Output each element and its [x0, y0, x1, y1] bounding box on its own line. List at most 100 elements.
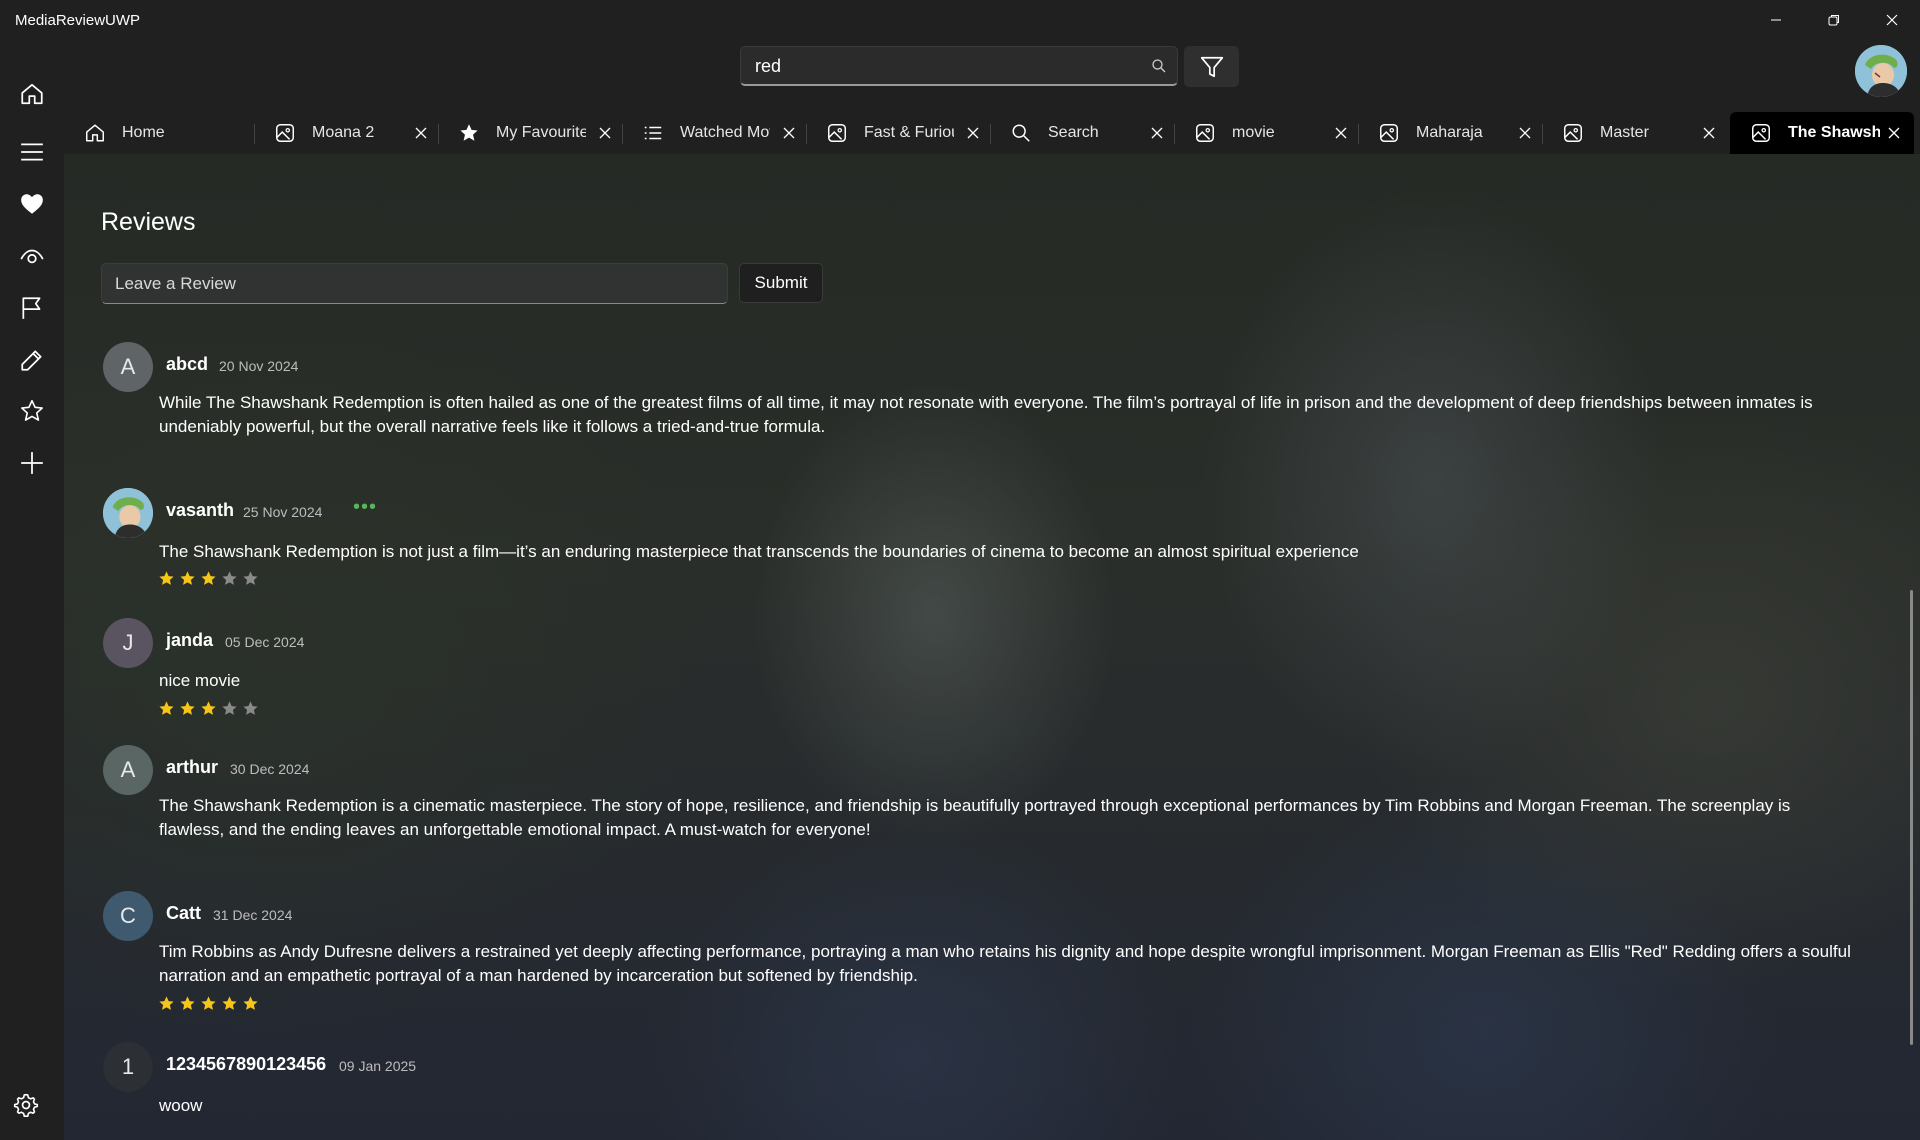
review-item: vasanth 25 Nov 2024 ••• The Shawshank Re… [103, 488, 1883, 598]
restore-icon [1828, 15, 1839, 26]
nav-home[interactable] [0, 70, 64, 118]
nav-reviews[interactable] [0, 336, 64, 384]
tab-label: Search [1048, 124, 1099, 141]
tab-label: Fast & Furious [864, 124, 954, 141]
review-date: 30 Dec 2024 [230, 761, 310, 777]
star-empty-icon [243, 571, 258, 585]
tab-my-favourites[interactable]: My Favourites [438, 112, 622, 154]
search-icon[interactable] [1151, 58, 1167, 74]
review-item: C Catt 31 Dec 2024 Tim Robbins as Andy D… [103, 891, 1883, 1021]
avatar: J [103, 618, 153, 668]
nav-add[interactable] [0, 439, 64, 487]
avatar: A [103, 342, 153, 392]
review-text: The Shawshank Redemption is not just a f… [159, 542, 1359, 561]
nav-watched[interactable] [0, 233, 64, 281]
tab-home[interactable]: Home [64, 112, 248, 154]
flag-icon [22, 297, 41, 319]
star-empty-icon [222, 701, 237, 715]
close-tab-icon[interactable] [414, 126, 428, 140]
review-input[interactable] [115, 273, 705, 295]
star-rating [158, 995, 259, 1013]
close-tab-icon[interactable] [1334, 126, 1348, 140]
review-input-box[interactable] [101, 263, 728, 304]
tab-label: Watched Movies [680, 124, 770, 141]
search-input[interactable] [755, 55, 1135, 77]
close-tab-icon[interactable] [782, 126, 796, 140]
close-tab-icon[interactable] [1150, 126, 1164, 140]
star-filled-icon [180, 701, 195, 715]
review-text: Tim Robbins as Andy Dufresne delivers a … [159, 942, 1851, 985]
minimize-button[interactable] [1748, 0, 1804, 40]
close-tab-icon[interactable] [966, 126, 980, 140]
nav-rail [0, 40, 64, 1140]
movie-details-content: Reviews Submit A abcd 20 Nov 2024 While … [64, 154, 1920, 1140]
app-title: MediaReviewUWP [15, 12, 141, 29]
tab-label: Moana 2 [312, 124, 375, 141]
heart-icon [21, 194, 43, 214]
nav-ratings[interactable] [0, 387, 64, 435]
vertical-scrollbar[interactable] [1910, 590, 1913, 1045]
tab-label: The Shawshank Redemption [1788, 124, 1880, 141]
review-text: While The Shawshank Redemption is often … [159, 393, 1813, 436]
avatar: A [103, 745, 153, 795]
tab-the-shawshank-redemption[interactable]: The Shawshank Redemption [1730, 112, 1914, 154]
tab-movie[interactable]: movie [1174, 112, 1358, 154]
star-filled-icon [201, 571, 216, 585]
menu-icon [21, 143, 43, 161]
profile-picture [1855, 45, 1907, 97]
tab-label: My Favourites [496, 124, 586, 141]
review-date: 05 Dec 2024 [225, 634, 305, 650]
review-date: 31 Dec 2024 [213, 907, 293, 923]
profile-picture [103, 488, 153, 538]
tab-moana-2[interactable]: Moana 2 [254, 112, 438, 154]
star-filled-icon [180, 996, 195, 1010]
tab-maharaja[interactable]: Maharaja [1358, 112, 1542, 154]
nav-reports[interactable] [0, 284, 64, 332]
nav-favourites[interactable] [0, 180, 64, 228]
submit-review-button[interactable]: Submit [739, 263, 823, 303]
review-text: nice movie [159, 671, 241, 690]
pencil-icon [21, 350, 42, 371]
close-tab-icon[interactable] [598, 126, 612, 140]
review-item: 1 1234567890123456 09 Jan 2025 woow [103, 1042, 1883, 1132]
reviews-heading: Reviews [101, 208, 196, 236]
user-avatar[interactable] [1855, 45, 1907, 97]
tab-fast-and-furious[interactable]: Fast & Furious [806, 112, 990, 154]
tab-label: Home [122, 124, 165, 141]
tab-label: movie [1232, 124, 1275, 141]
close-tab-icon[interactable] [1887, 126, 1901, 140]
filter-button[interactable] [1184, 46, 1239, 87]
tab-master[interactable]: Master [1542, 112, 1726, 154]
review-text: woow [159, 1096, 203, 1115]
close-window-button[interactable] [1864, 0, 1920, 40]
search-box[interactable] [740, 46, 1178, 86]
list-icon [644, 126, 662, 140]
nav-settings[interactable] [0, 1081, 58, 1129]
avatar: 1 [103, 1042, 153, 1092]
review-item: J janda 05 Dec 2024 nice movie [103, 618, 1883, 718]
star-rating [158, 700, 259, 718]
close-tab-icon[interactable] [1518, 126, 1532, 140]
eye-icon [20, 249, 44, 264]
home-icon [86, 124, 104, 142]
search-icon [1012, 124, 1030, 142]
image-icon [1564, 124, 1582, 142]
avatar: C [103, 891, 153, 941]
tab-watched-movies[interactable]: Watched Movies [622, 112, 806, 154]
close-tab-icon[interactable] [1702, 126, 1716, 140]
add-icon [21, 452, 43, 474]
review-text: The Shawshank Redemption is a cinematic … [159, 796, 1791, 839]
home-icon [21, 83, 43, 105]
image-icon [1752, 124, 1770, 142]
tab-label: Maharaja [1416, 124, 1483, 141]
tab-search[interactable]: Search [990, 112, 1174, 154]
reviewer-name: janda [166, 630, 214, 650]
reviewer-name: arthur [166, 757, 219, 777]
reviewer-name: abcd [166, 354, 209, 374]
restore-button[interactable] [1806, 0, 1862, 40]
nav-menu[interactable] [0, 128, 64, 176]
image-icon [1196, 124, 1214, 142]
star-filled-icon [159, 996, 174, 1010]
more-options-button[interactable]: ••• [353, 496, 377, 519]
title-bar: MediaReviewUWP [0, 0, 1920, 40]
